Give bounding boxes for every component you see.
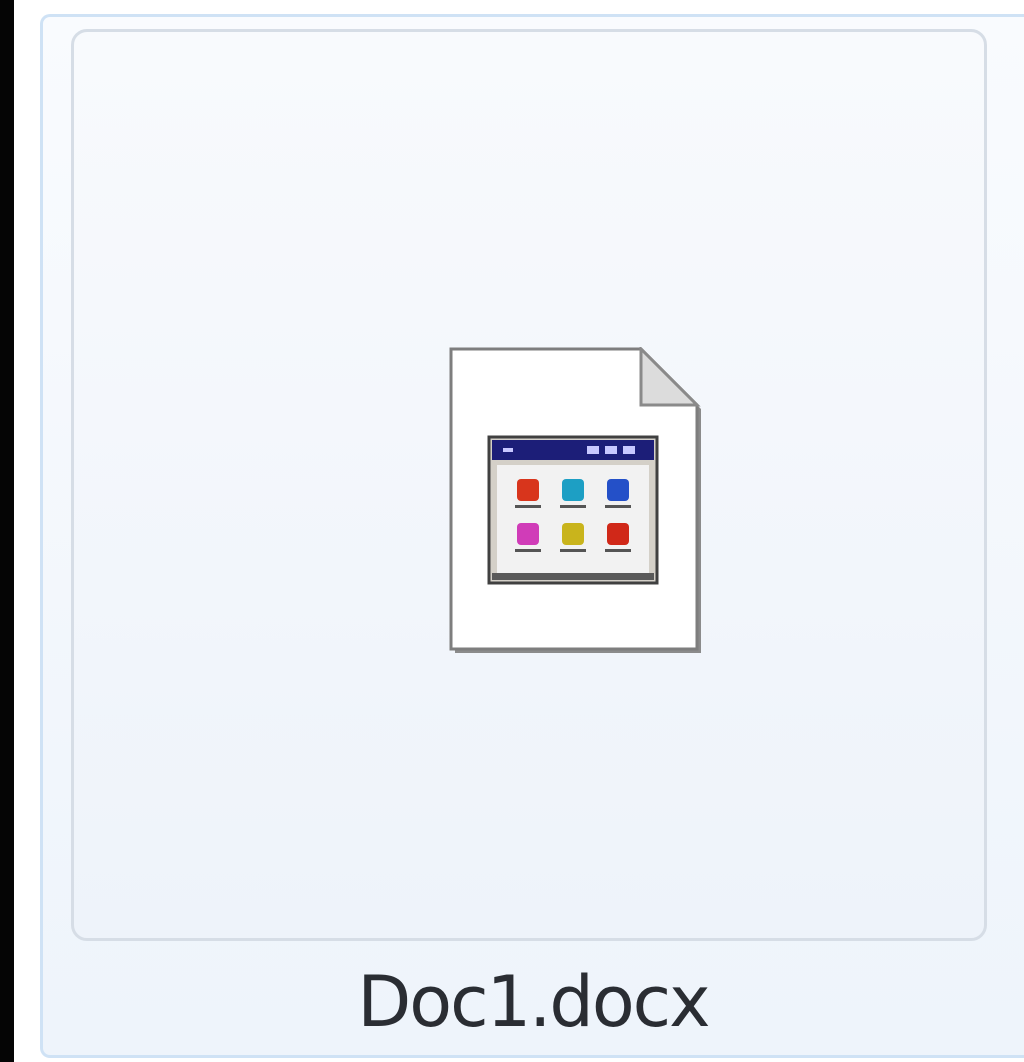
file-name-label: Doc1.docx xyxy=(357,961,710,1043)
file-item-doc1[interactable]: Doc1.docx xyxy=(40,14,1024,1058)
window-edge xyxy=(0,0,14,1062)
application-file-icon xyxy=(449,347,705,657)
